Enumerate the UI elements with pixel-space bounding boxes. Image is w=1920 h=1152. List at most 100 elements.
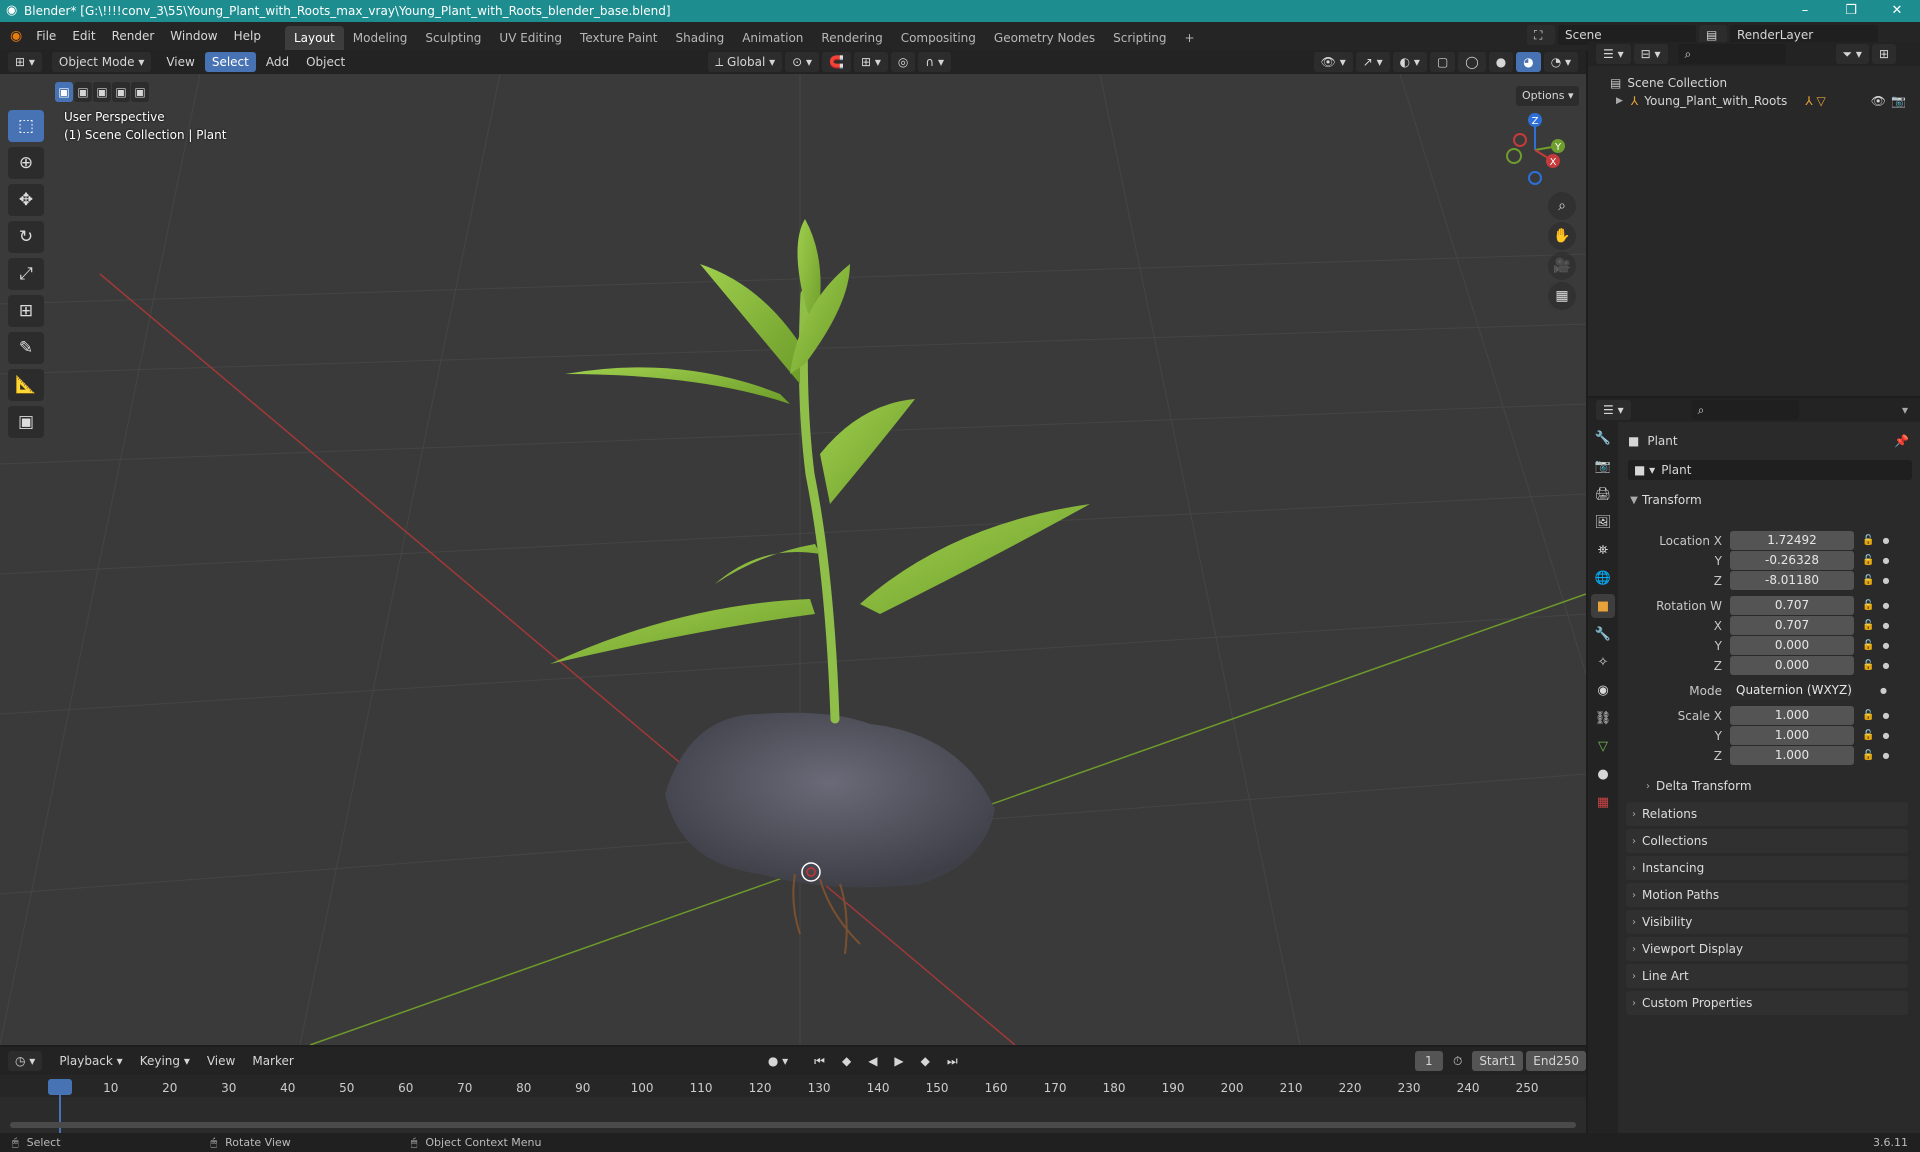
keyframe-dot-icon[interactable]: ● [1882,661,1889,670]
ortho-grid-icon[interactable]: ▦ [1548,282,1576,310]
lock-icon[interactable]: 🔓 [1862,710,1874,721]
custom-properties-panel[interactable]: › Custom Properties [1626,991,1908,1015]
overlay-toggle-icon[interactable]: ◐ ▾ [1392,52,1427,72]
timeline-view-menu[interactable]: View [200,1051,242,1071]
motion-paths-panel[interactable]: › Motion Paths [1626,883,1908,907]
close-button[interactable]: ✕ [1874,0,1920,22]
transform-tool-icon[interactable]: ⊞ [8,295,44,327]
visibility-panel[interactable]: › Visibility [1626,910,1908,934]
keyframe-dot-icon[interactable]: ● [1880,686,1887,695]
data-tab-icon[interactable]: ▽ [1591,734,1615,758]
tab-geometry-nodes[interactable]: Geometry Nodes [985,26,1104,50]
blender-menu-icon[interactable]: ◉ [10,28,22,44]
keyframe-dot-icon[interactable]: ● [1882,731,1889,740]
add-cube-tool-icon[interactable]: ▣ [8,406,44,438]
select-extend-icon[interactable]: ▣ [74,82,92,102]
texture-tab-icon[interactable]: ▦ [1591,790,1615,814]
keyframe-dot-icon[interactable]: ● [1882,536,1889,545]
scene-icon[interactable]: ⛶ [1527,25,1555,45]
properties-options-chevron-icon[interactable]: ▾ [1902,403,1908,417]
location-z-field[interactable]: -8.01180 [1730,571,1854,590]
editor-type-button[interactable]: ⊞ ▾ [8,52,42,72]
timeline-scrollbar[interactable] [10,1122,1576,1128]
tab-uv-editing[interactable]: UV Editing [490,26,571,50]
playhead-marker[interactable] [48,1079,72,1095]
lock-icon[interactable]: 🔓 [1862,600,1874,611]
view-layer-tab-icon[interactable]: 🖼 [1591,510,1615,534]
object-name-input[interactable]: Plant [1661,463,1691,477]
lock-icon[interactable]: 🔓 [1862,575,1874,586]
outliner-search-input[interactable]: ⌕ [1677,44,1786,64]
gizmo-toggle-icon[interactable]: ↗ ▾ [1355,52,1390,72]
end-frame-field[interactable]: End 250 [1526,1051,1586,1071]
lock-icon[interactable]: 🔓 [1862,660,1874,671]
keyframe-dot-icon[interactable]: ● [1882,576,1889,585]
falloff-icon[interactable]: ∩ ▾ [918,52,952,72]
rotation-y-field[interactable]: 0.000 [1730,636,1854,655]
wireframe-shading-icon[interactable]: ◯ [1458,52,1486,72]
instancing-panel[interactable]: › Instancing [1626,856,1908,880]
keyframe-dot-icon[interactable]: ● [1882,711,1889,720]
jump-keyframe-back-icon[interactable]: ◆ [835,1051,858,1071]
tab-scripting[interactable]: Scripting [1104,26,1175,50]
scale-tool-icon[interactable]: ⤢ [8,258,44,290]
rendered-shading-icon[interactable]: ◔ ▾ [1543,52,1578,72]
visibility-icon[interactable]: 👁 ▾ [1313,52,1353,72]
timeline-area[interactable]: 1102030405060708090100110120130140150160… [0,1075,1586,1133]
object-tab-icon[interactable]: ■ [1591,594,1615,618]
add-workspace-button[interactable]: + [1176,26,1204,50]
scale-x-field[interactable]: 1.000 [1730,706,1854,725]
rotation-w-field[interactable]: 0.707 [1730,596,1854,615]
xray-toggle-icon[interactable]: ▢ [1429,52,1456,72]
pivot-point-button[interactable]: ⊙ ▾ [785,52,820,72]
tab-sculpting[interactable]: Sculpting [416,26,490,50]
tab-modeling[interactable]: Modeling [344,26,417,50]
expand-chevron-icon[interactable]: ▶ [1616,96,1623,106]
snap-toggle-icon[interactable]: 🧲 [822,52,851,72]
scale-y-field[interactable]: 1.000 [1730,726,1854,745]
lock-icon[interactable]: 🔓 [1862,730,1874,741]
tab-animation[interactable]: Animation [733,26,812,50]
filter-icon[interactable]: ⏷ ▾ [1835,44,1869,64]
measure-tool-icon[interactable]: 📐 [8,369,44,401]
output-tab-icon[interactable]: 🖨 [1591,482,1615,506]
transform-header[interactable]: ▼ Transform [1626,488,1908,512]
viewport-display-panel[interactable]: › Viewport Display [1626,937,1908,961]
keyframe-dot-icon[interactable]: ● [1882,601,1889,610]
lock-icon[interactable]: 🔓 [1862,620,1874,631]
outliner-scene-collection[interactable]: ▤ Scene Collection [1610,76,1727,90]
relations-panel[interactable]: › Relations [1626,802,1908,826]
pan-hand-icon[interactable]: ✋ [1548,222,1576,250]
object-name-field[interactable]: ■ ▾ Plant [1628,460,1912,480]
menu-select[interactable]: Select [204,52,256,72]
select-invert-icon[interactable]: ▣ [112,82,130,102]
menu-help[interactable]: Help [226,22,269,50]
proportional-edit-icon[interactable]: ◎ [890,52,916,72]
3d-viewport[interactable]: User Perspective (1) Scene Collection | … [0,74,1586,1045]
collections-panel[interactable]: › Collections [1626,829,1908,853]
line-art-panel[interactable]: › Line Art [1626,964,1908,988]
transform-orientation-select[interactable]: ⟂ Global ▾ [708,52,783,72]
location-x-field[interactable]: 1.72492 [1730,531,1854,550]
render-tab-icon[interactable]: 📷 [1591,454,1615,478]
maximize-button[interactable]: ❐ [1828,0,1874,22]
menu-object[interactable]: Object [299,52,352,72]
play-reverse-icon[interactable]: ◀ [861,1051,884,1071]
camera-view-icon[interactable]: 🎥 [1548,252,1576,280]
menu-view[interactable]: View [159,52,201,72]
tab-compositing[interactable]: Compositing [892,26,985,50]
lock-icon[interactable]: 🔓 [1862,555,1874,566]
annotate-tool-icon[interactable]: ✎ [8,332,44,364]
start-frame-field[interactable]: Start 1 [1472,1051,1524,1071]
select-intersect-icon[interactable]: ▣ [131,82,149,102]
lock-icon[interactable]: 🔓 [1862,750,1874,761]
delta-transform-subpanel[interactable]: › Delta Transform [1640,774,1908,798]
snap-target-button[interactable]: ⊞ ▾ [854,52,888,72]
disable-render-icon[interactable]: 📷 [1891,94,1906,108]
menu-file[interactable]: File [28,22,64,50]
tab-shading[interactable]: Shading [666,26,733,50]
navigation-gizmo[interactable]: Z Y X [1490,110,1570,190]
preview-range-icon[interactable]: ⏱ [1446,1051,1469,1071]
keying-menu[interactable]: Keying ▾ [133,1051,197,1071]
rotation-z-field[interactable]: 0.000 [1730,656,1854,675]
